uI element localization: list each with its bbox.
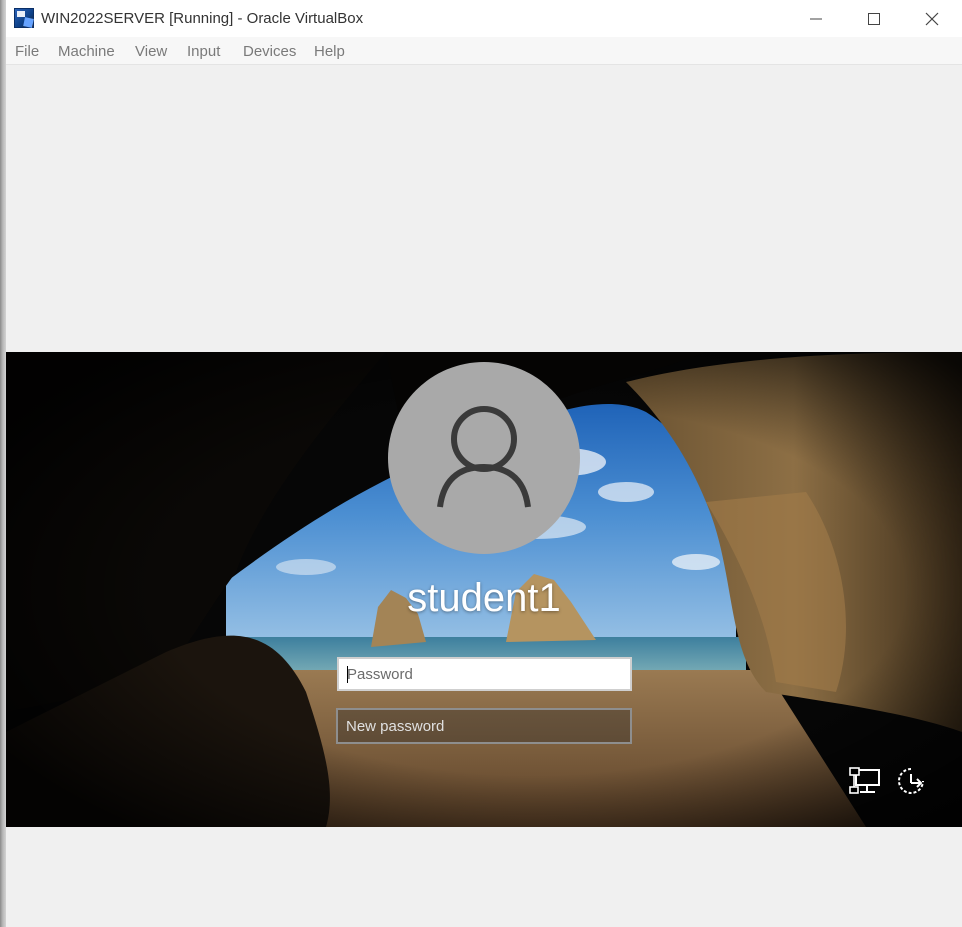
menu-help[interactable]: Help <box>314 43 345 60</box>
user-avatar <box>388 362 580 554</box>
menu-machine[interactable]: Machine <box>58 43 115 60</box>
menu-devices[interactable]: Devices <box>243 43 296 60</box>
window-title: WIN2022SERVER [Running] - Oracle Virtual… <box>41 10 364 27</box>
window-bottom-area <box>6 827 962 927</box>
network-icon <box>849 767 880 794</box>
close-button[interactable] <box>903 0 961 37</box>
password-field[interactable] <box>337 657 632 691</box>
network-button[interactable] <box>848 765 882 797</box>
ease-of-access-power-button[interactable] <box>894 765 928 797</box>
minimize-button[interactable] <box>787 0 845 37</box>
maximize-icon <box>868 12 880 25</box>
close-icon <box>925 12 939 25</box>
menu-view[interactable]: View <box>135 43 167 60</box>
virtualbox-window: WIN2022SERVER [Running] - Oracle Virtual… <box>6 0 962 927</box>
username-label: student1 <box>407 576 561 620</box>
text-caret <box>347 666 348 683</box>
new-password-field[interactable] <box>336 708 632 744</box>
user-icon <box>437 406 531 508</box>
menu-file[interactable]: File <box>15 43 39 60</box>
ease-of-access-power-icon <box>898 768 924 794</box>
vm-screen[interactable]: student1 <box>6 352 962 827</box>
title-bar[interactable]: WIN2022SERVER [Running] - Oracle Virtual… <box>6 0 962 37</box>
maximize-button[interactable] <box>845 0 903 37</box>
virtualbox-vm-icon <box>14 8 34 28</box>
minimize-icon <box>810 18 822 19</box>
menu-bar: File Machine View Input Devices Help <box>6 37 962 65</box>
menu-input[interactable]: Input <box>187 43 220 60</box>
